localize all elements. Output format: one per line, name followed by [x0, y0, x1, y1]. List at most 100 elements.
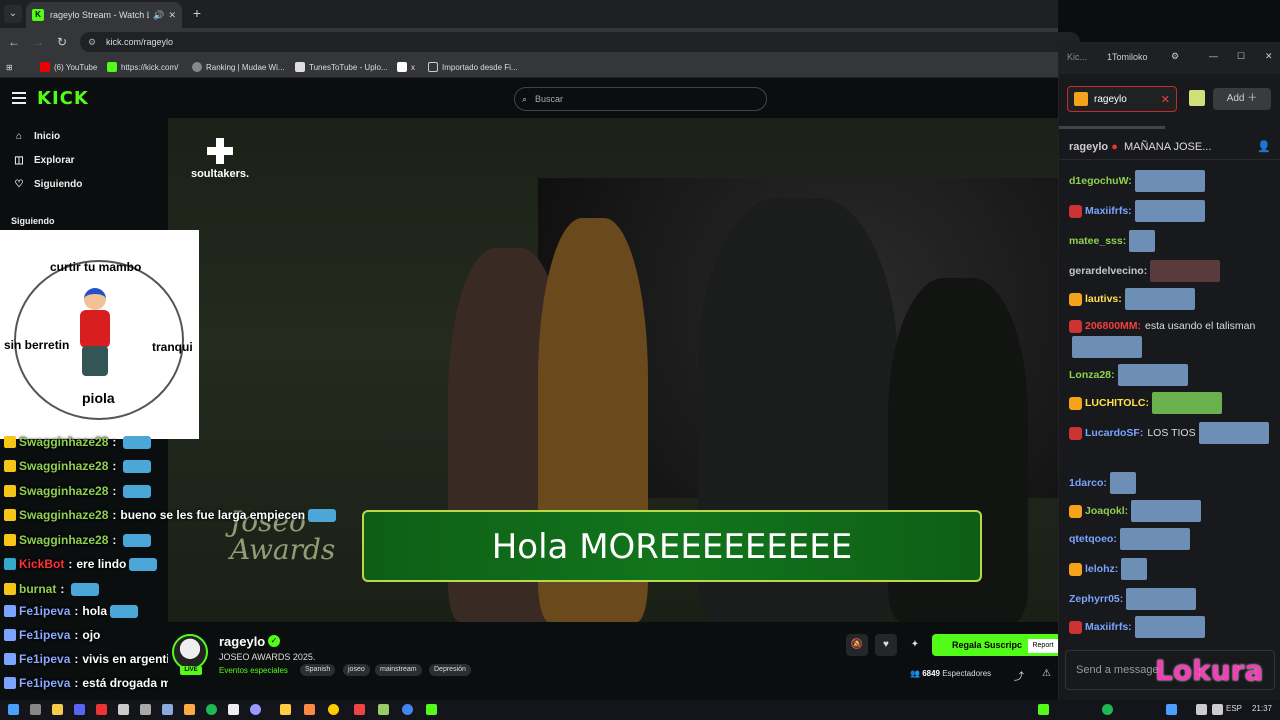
chat-username[interactable]: Zephyrr05: [1069, 593, 1123, 605]
close-window-icon[interactable]: ✕ [1265, 51, 1273, 62]
app-icon-10[interactable] [354, 704, 365, 715]
chat-username[interactable]: Maxiifrfs: [1085, 621, 1132, 633]
chat-username[interactable]: LUCHITOLC: [1085, 397, 1149, 409]
chat-message[interactable]: gerardelvecino: [1069, 260, 1275, 282]
reload-icon[interactable]: ↻ [54, 34, 70, 50]
chat-message[interactable]: Maxiifrfs: [1069, 616, 1275, 638]
chat-username[interactable]: gerardelvecino: [1069, 265, 1147, 277]
chat-message[interactable]: Joaqokl: [1069, 500, 1275, 522]
chat-tab-scrollbar[interactable] [1059, 126, 1165, 129]
mute-notifications-icon[interactable]: 🔕 [846, 634, 868, 656]
tag-mainstream[interactable]: mainstream [375, 664, 422, 676]
network-icon[interactable] [1196, 704, 1207, 715]
emote-tab-icon[interactable] [1189, 90, 1205, 106]
chat-message[interactable]: qtetqoeo: [1069, 528, 1275, 550]
notes-icon[interactable] [228, 704, 239, 715]
new-tab-button[interactable]: + [188, 4, 206, 22]
app-icon-6[interactable] [250, 704, 261, 715]
chat-channel-tab[interactable]: rageylo ✕ [1067, 86, 1177, 112]
streamer-avatar[interactable] [172, 634, 208, 670]
chat-username[interactable]: lautivs: [1085, 293, 1122, 305]
app-icon-3[interactable] [140, 704, 151, 715]
app-icon-5[interactable] [184, 704, 195, 715]
url-input[interactable]: ⚙ kick.com/rageylo [80, 32, 1080, 52]
spotify-icon[interactable] [206, 704, 217, 715]
forward-icon[interactable]: → [30, 34, 46, 50]
chat-username[interactable]: lelohz: [1085, 563, 1118, 575]
folder-icon[interactable] [52, 704, 63, 715]
tray-kick-icon[interactable] [1038, 704, 1049, 715]
apps-icon[interactable]: ⊞ [6, 61, 13, 73]
pinned-message[interactable]: rageylo ● MAÑANA JOSE... 👤 [1059, 134, 1280, 160]
minimize-icon[interactable]: — [1209, 51, 1218, 61]
chat-message[interactable]: Lonza28: [1069, 364, 1275, 386]
site-info-icon[interactable]: ⚙ [88, 32, 96, 52]
chat-account[interactable]: 1Tomiloko [1107, 52, 1148, 62]
streamer-name[interactable]: rageylo [219, 634, 265, 649]
audio-icon[interactable]: 🔊 [153, 10, 164, 21]
clock[interactable]: 21:37 [1252, 704, 1272, 713]
bookmark-kick[interactable]: https://kick.com/ [107, 61, 178, 73]
app-icon[interactable] [96, 704, 107, 715]
app-icon-2[interactable] [118, 704, 129, 715]
volume-icon[interactable] [1212, 704, 1223, 715]
chat-message[interactable]: 1darco: [1069, 472, 1275, 494]
chat-message[interactable]: 206800MM: esta usando el talisman [1069, 316, 1275, 358]
tray-spotify-icon[interactable] [1102, 704, 1113, 715]
chat-message[interactable]: Zephyrr05: [1069, 588, 1275, 610]
search-icon[interactable] [30, 704, 41, 715]
chat-message[interactable]: lautivs: [1069, 288, 1275, 310]
share-icon[interactable]: ⤴ [1014, 668, 1024, 683]
app-icon-9[interactable] [328, 704, 339, 715]
chat-username[interactable]: 1darco: [1069, 477, 1107, 489]
chrome-icon[interactable] [402, 704, 413, 715]
chat-username[interactable]: matee_sss: [1069, 235, 1126, 247]
menu-icon[interactable] [12, 92, 26, 104]
chat-username[interactable]: Lonza28: [1069, 369, 1115, 381]
browser-tab[interactable]: K rageylo Stream - Watch Liv 🔊 ✕ [26, 2, 182, 28]
bookmark-x[interactable]: x [397, 61, 415, 73]
chat-message[interactable]: d1egochuW: [1069, 170, 1275, 192]
add-channel-button[interactable]: Add ＋ [1213, 88, 1271, 110]
video-player[interactable]: soultakers. Joseo Awards Hola MOREEEEEEE… [168, 118, 1058, 622]
search-input[interactable]: ⌕ Buscar [514, 87, 767, 111]
chat-message[interactable]: LUCHITOLC: [1069, 392, 1275, 414]
maximize-icon[interactable]: ☐ [1237, 51, 1245, 62]
bookmark-folder[interactable]: Importado desde Fi... [428, 61, 518, 73]
sidebar-item-explorar[interactable]: ◫ Explorar [12, 152, 74, 168]
discord-icon[interactable] [74, 704, 85, 715]
chat-username[interactable]: qtetqoeo: [1069, 533, 1117, 545]
tag-depresion[interactable]: Depresión [429, 664, 471, 676]
user-icon[interactable]: 👤 [1257, 134, 1271, 159]
tab-list-button[interactable]: ⌄ [4, 5, 22, 23]
chat-username[interactable]: d1egochuW: [1069, 175, 1132, 187]
language-indicator[interactable]: ESP [1226, 704, 1242, 713]
chat-username[interactable]: LucardoSF: [1085, 427, 1143, 439]
warning-icon[interactable]: ⚠ [1042, 668, 1051, 679]
bookmark-mudae[interactable]: Ranking | Mudae Wi... [192, 61, 285, 73]
chat-username[interactable]: 206800MM: [1085, 320, 1141, 332]
app-icon-11[interactable] [378, 704, 389, 715]
chat-username[interactable]: Maxiifrfs: [1085, 205, 1132, 217]
report-button[interactable]: Report [1028, 639, 1058, 653]
app-icon-4[interactable] [162, 704, 173, 715]
sparkle-icon[interactable]: ✦ [904, 634, 926, 656]
sidebar-item-inicio[interactable]: ⌂ Inicio [12, 128, 60, 144]
stream-category[interactable]: Eventos especiales [219, 666, 288, 675]
back-icon[interactable]: ← [6, 34, 22, 50]
chat-message[interactable]: LucardoSF: LOS TIOS [1069, 422, 1275, 444]
app-icon-8[interactable] [304, 704, 315, 715]
bookmark-youtube[interactable]: (6) YouTube [40, 61, 97, 73]
chat-username[interactable]: Joaqokl: [1085, 505, 1128, 517]
tag-joseo[interactable]: joseo [343, 664, 370, 676]
tray-app-icon[interactable] [1166, 704, 1177, 715]
sidebar-item-siguiendo[interactable]: ♡ Siguiendo [12, 176, 83, 192]
close-tab-icon[interactable]: ✕ [1161, 93, 1170, 106]
follow-heart-icon[interactable]: ♥ [875, 634, 897, 656]
chat-message[interactable]: matee_sss: [1069, 230, 1275, 252]
chat-message[interactable]: Maxiifrfs: [1069, 200, 1275, 222]
close-tab-icon[interactable]: ✕ [168, 10, 176, 21]
chat-message[interactable]: lelohz: [1069, 558, 1275, 580]
bookmark-tunestotube[interactable]: TunesToTube - Uplo... [295, 61, 388, 73]
start-icon[interactable] [8, 704, 19, 715]
